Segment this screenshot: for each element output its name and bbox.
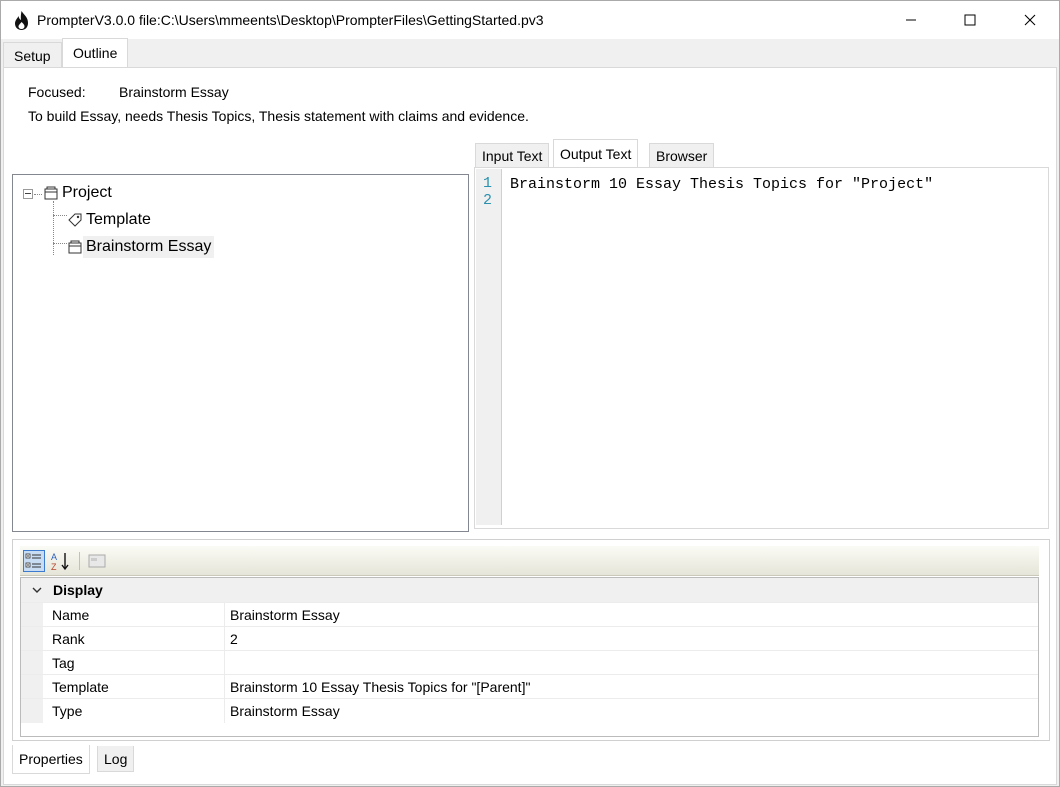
close-icon [1024,14,1036,26]
close-button[interactable] [1001,1,1059,39]
tab-input-text-label: Input Text [482,147,543,164]
line-number: 1 [483,175,493,192]
tree-connector [53,243,67,244]
tree-node-template[interactable]: Template [67,209,154,231]
tab-browser-label: Browser [656,147,708,164]
tree-node-brainstorm-essay[interactable]: Brainstorm Essay [67,236,215,258]
tree-connector [53,215,67,216]
alphabetical-button[interactable]: AZ [50,550,72,572]
property-category-label: Display [53,582,103,598]
output-text-editor[interactable]: 1 2 Brainstorm 10 Essay Thesis Topics fo… [474,167,1049,529]
property-key: Tag [52,655,75,671]
outline-tab-content: Focused: Brainstorm Essay To build Essay… [3,67,1057,785]
minimize-button[interactable] [882,1,940,39]
toolbar-separator [79,552,80,570]
properties-toolbar: AZ [20,546,1039,576]
tab-input-text[interactable]: Input Text [475,143,550,167]
tab-output-text[interactable]: Output Text [553,139,639,167]
tab-outline-label: Outline [73,45,118,61]
column-divider [224,675,225,699]
folder-box-icon [68,240,82,254]
tab-log-label: Log [104,750,128,767]
maximize-button[interactable] [941,1,999,39]
row-gutter [21,627,43,651]
tree-node-label: Project [62,184,112,201]
maximize-icon [964,14,976,26]
editor-line: Brainstorm 10 Essay Thesis Topics for "P… [510,176,934,193]
outline-tree[interactable]: Project Template Brainstorm Essay [12,174,469,532]
column-divider [224,603,225,627]
property-category-display[interactable]: Display [21,578,1038,602]
property-value[interactable]: Brainstorm 10 Essay Thesis Topics for "[… [230,679,530,695]
tree-connector [53,201,54,255]
property-row-tag[interactable]: Tag [21,650,1038,675]
tab-log[interactable]: Log [97,746,135,772]
property-key: Name [52,607,90,623]
collapse-toggle[interactable] [23,189,33,199]
tab-output-text-label: Output Text [560,145,632,162]
tag-icon [68,213,82,227]
tab-browser[interactable]: Browser [649,143,715,167]
tab-properties[interactable]: Properties [12,745,90,774]
line-number: 2 [483,192,493,209]
tree-node-project[interactable]: Project [43,182,115,204]
column-divider [224,651,225,675]
property-key: Type [52,703,83,719]
categorized-button[interactable] [23,550,45,572]
property-row-name[interactable]: Name Brainstorm Essay [21,602,1038,627]
property-row-type[interactable]: Type Brainstorm Essay [21,698,1038,723]
column-divider [224,699,225,723]
row-gutter [21,651,43,675]
focused-description: To build Essay, needs Thesis Topics, The… [28,108,529,124]
column-divider [224,627,225,651]
minimize-icon [906,19,916,21]
focused-value: Brainstorm Essay [119,84,229,100]
categorized-icon [25,553,41,568]
properties-panel: AZ Display Name Brainstorm Essay Rank 2 … [12,539,1050,741]
folder-box-icon [44,186,58,200]
property-value[interactable]: Brainstorm Essay [230,703,340,719]
flame-app-icon [15,11,28,30]
property-grid[interactable]: Display Name Brainstorm Essay Rank 2 Tag [20,577,1039,737]
title-bar[interactable]: PrompterV3.0.0 file:C:\Users\mmeents\Des… [1,1,1059,39]
row-gutter [21,603,43,627]
row-gutter [21,699,43,723]
property-value[interactable]: Brainstorm Essay [230,607,340,623]
property-key: Template [52,679,109,695]
tab-setup[interactable]: Setup [3,42,62,68]
property-pages-button[interactable] [86,550,108,572]
svg-text:Z: Z [51,562,57,571]
svg-text:A: A [51,552,57,562]
main-tab-strip: Setup Outline [1,38,1059,68]
chevron-down-icon[interactable] [21,586,53,594]
tab-setup-label: Setup [14,47,51,64]
tree-node-label: Template [86,211,151,228]
sort-az-icon: AZ [51,552,69,571]
tab-outline[interactable]: Outline [62,38,129,67]
row-gutter [21,675,43,699]
property-pages-icon [88,554,106,568]
tab-properties-label: Properties [19,751,83,767]
focused-label: Focused: [28,84,86,100]
property-key: Rank [52,631,85,647]
property-row-template[interactable]: Template Brainstorm 10 Essay Thesis Topi… [21,674,1038,699]
property-row-rank[interactable]: Rank 2 [21,626,1038,651]
tree-node-label: Brainstorm Essay [83,236,215,258]
tree-connector [34,194,42,195]
property-value[interactable]: 2 [230,631,238,647]
window-title: PrompterV3.0.0 file:C:\Users\mmeents\Des… [37,12,544,28]
line-number-gutter: 1 2 [476,169,502,525]
app-window: PrompterV3.0.0 file:C:\Users\mmeents\Des… [0,0,1060,787]
